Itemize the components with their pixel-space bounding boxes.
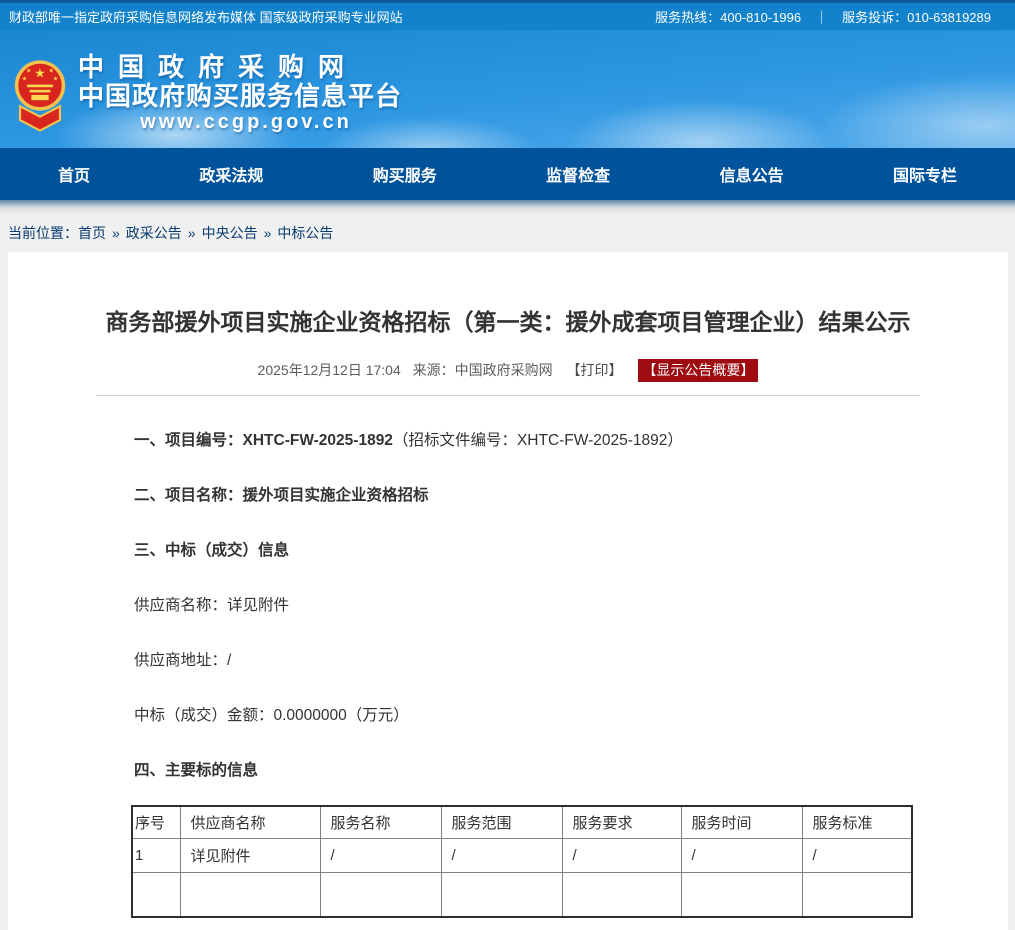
article-meta: 2025年12月12日 17:04 来源：中国政府采购网 【打印】 【显示公告概…	[8, 359, 1008, 382]
cell-service-standard	[802, 873, 912, 917]
nav-shadow	[0, 200, 1015, 214]
breadcrumb-zhongbiao-gonggao[interactable]: 中标公告	[277, 225, 333, 241]
nav-item-home[interactable]: 首页	[58, 162, 90, 186]
table-header-row: 序号 供应商名称 服务名称 服务范围 服务要求 服务时间 服务标准	[132, 806, 912, 839]
article-title: 商务部援外项目实施企业资格招标（第一类：援外成套项目管理企业）结果公示	[8, 307, 1008, 337]
table-row-empty	[132, 873, 912, 917]
col-header-seq: 序号	[132, 806, 180, 839]
nav-item-regulations[interactable]: 政采法规	[199, 162, 263, 186]
svg-text:★: ★	[22, 75, 28, 82]
cell-service-name: /	[320, 839, 441, 873]
col-header-service-time: 服务时间	[681, 806, 802, 839]
meta-divider	[96, 395, 920, 396]
publish-datetime: 2025年12月12日 17:04	[258, 362, 401, 378]
breadcrumb-label: 当前位置：	[8, 225, 78, 241]
cell-service-time	[681, 873, 802, 917]
site-header: ★ ★ ★ ★ ★ 中国政府采购网 中国政府购买服务信息平台 www.ccgp.…	[0, 30, 1015, 148]
award-result-table: 序号 供应商名称 服务名称 服务范围 服务要求 服务时间 服务标准 1 详见附件…	[131, 805, 913, 918]
cell-service-standard: /	[802, 839, 912, 873]
cell-service-scope	[441, 873, 562, 917]
table-row: 1 详见附件 / / / / /	[132, 839, 912, 873]
col-header-service-requirement: 服务要求	[562, 806, 681, 839]
print-button[interactable]: 【打印】	[567, 362, 623, 378]
cell-supplier	[180, 873, 320, 917]
supplier-address-paragraph: 供应商地址：/	[134, 650, 888, 672]
cell-service-time: /	[681, 839, 802, 873]
svg-text:★: ★	[26, 67, 32, 74]
site-subtitle: 中国政府购买服务信息平台	[78, 82, 414, 110]
show-summary-button[interactable]: 【显示公告概要】	[638, 359, 758, 382]
breadcrumb-separator: »	[112, 225, 120, 241]
cell-seq: 1	[132, 839, 180, 873]
nav-item-purchase-services[interactable]: 购买服务	[373, 162, 437, 186]
cell-seq	[132, 873, 180, 917]
breadcrumb-zhengcai-gonggao[interactable]: 政采公告	[126, 225, 182, 241]
breadcrumb-central-gonggao[interactable]: 中央公告	[202, 225, 258, 241]
award-amount-paragraph: 中标（成交）金额：0.0000000（万元）	[134, 705, 888, 727]
svg-text:★: ★	[53, 75, 59, 82]
site-url: www.ccgp.gov.cn	[78, 111, 414, 133]
svg-text:★: ★	[34, 66, 46, 81]
col-header-service-standard: 服务标准	[802, 806, 912, 839]
breadcrumb: 当前位置：首页 » 政采公告 » 中央公告 » 中标公告	[0, 214, 1015, 252]
article-body: 一、项目编号：XHTC-FW-2025-1892（招标文件编号：XHTC-FW-…	[8, 430, 1008, 782]
article-panel: 商务部援外项目实施企业资格招标（第一类：援外成套项目管理企业）结果公示 2025…	[8, 252, 1008, 930]
service-hotline: 服务热线：400-810-1996	[655, 7, 801, 26]
cell-service-scope: /	[441, 839, 562, 873]
col-header-service-scope: 服务范围	[441, 806, 562, 839]
site-name: 中国政府采购网	[78, 53, 414, 82]
cell-service-name	[320, 873, 441, 917]
main-nav: 首页 政采法规 购买服务 监督检查 信息公告 国际专栏	[0, 148, 1015, 200]
nav-item-international[interactable]: 国际专栏	[893, 162, 957, 186]
supplier-name-paragraph: 供应商名称：详见附件	[134, 595, 888, 617]
topbar-slogan: 财政部唯一指定政府采购信息网络发布媒体 国家级政府采购专业网站	[9, 7, 403, 26]
project-number-paragraph: 一、项目编号：XHTC-FW-2025-1892（招标文件编号：XHTC-FW-…	[134, 430, 888, 452]
service-complaint: 服务投诉：010-63819289	[842, 7, 991, 26]
breadcrumb-separator: »	[188, 225, 196, 241]
award-info-heading: 三、中标（成交）信息	[134, 540, 888, 562]
breadcrumb-separator: »	[264, 225, 272, 241]
svg-text:★: ★	[49, 67, 55, 74]
breadcrumb-home[interactable]: 首页	[78, 225, 106, 241]
cell-supplier: 详见附件	[180, 839, 320, 873]
topbar: 财政部唯一指定政府采购信息网络发布媒体 国家级政府采购专业网站 服务热线：400…	[0, 0, 1015, 30]
article-source: 来源：中国政府采购网	[413, 362, 553, 378]
nav-item-supervision[interactable]: 监督检查	[546, 162, 610, 186]
main-subject-heading: 四、主要标的信息	[134, 760, 888, 782]
topbar-divider: ｜	[815, 7, 828, 26]
col-header-service-name: 服务名称	[320, 806, 441, 839]
cell-service-requirement	[562, 873, 681, 917]
national-emblem-icon: ★ ★ ★ ★ ★	[14, 53, 66, 137]
cell-service-requirement: /	[562, 839, 681, 873]
col-header-supplier: 供应商名称	[180, 806, 320, 839]
nav-item-announcements[interactable]: 信息公告	[720, 162, 784, 186]
project-name-paragraph: 二、项目名称：援外项目实施企业资格招标	[134, 485, 888, 507]
site-logo[interactable]: ★ ★ ★ ★ ★ 中国政府采购网 中国政府购买服务信息平台 www.ccgp.…	[14, 53, 414, 137]
